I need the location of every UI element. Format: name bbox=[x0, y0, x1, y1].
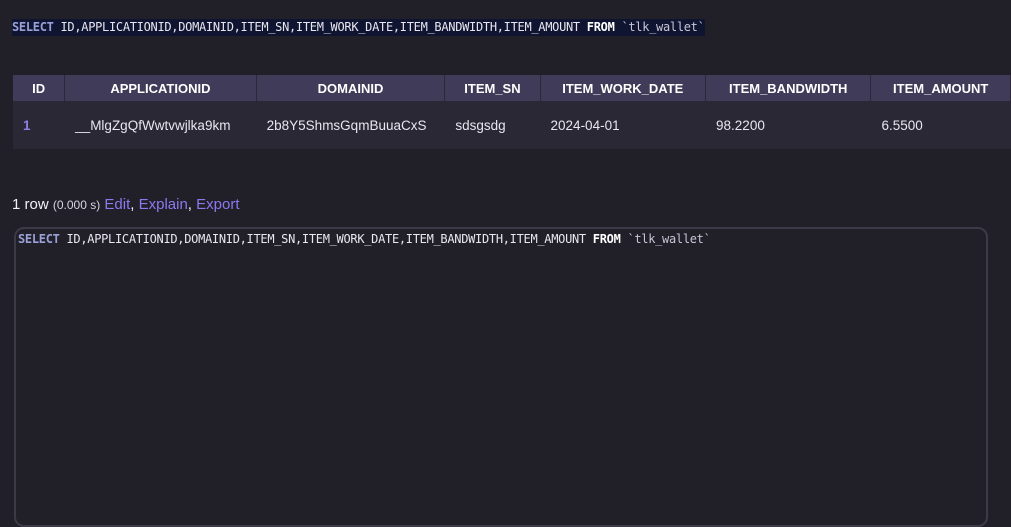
sql-keyword-select: SELECT bbox=[12, 20, 54, 34]
explain-link[interactable]: Explain bbox=[139, 196, 188, 213]
cell-item-bandwidth: 98.2200 bbox=[705, 101, 872, 149]
edit-link[interactable]: Edit bbox=[104, 196, 130, 213]
sql-editor-content[interactable]: SELECT ID,APPLICATIONID,DOMAINID,ITEM_SN… bbox=[18, 232, 711, 246]
separator: , bbox=[130, 196, 135, 213]
result-status-line: 1 row (0.000 s) Edit, Explain, Export bbox=[12, 196, 240, 213]
column-header-item-bandwidth[interactable]: ITEM_BANDWIDTH bbox=[705, 75, 872, 101]
executed-query: SELECT ID,APPLICATIONID,DOMAINID,ITEM_SN… bbox=[12, 19, 705, 36]
sql-table-name: `tlk_wallet` bbox=[621, 20, 705, 34]
export-link[interactable]: Export bbox=[196, 196, 239, 213]
column-header-item-amount[interactable]: ITEM_AMOUNT bbox=[870, 75, 1011, 101]
cell-applicationid: __MlgZgQfWwtvwjlka9km bbox=[64, 101, 257, 149]
cell-id[interactable]: 1 bbox=[13, 101, 66, 149]
column-header-domainid[interactable]: DOMAINID bbox=[256, 75, 446, 101]
results-table: ID APPLICATIONID DOMAINID ITEM_SN ITEM_W… bbox=[13, 75, 1011, 149]
column-header-item-sn[interactable]: ITEM_SN bbox=[444, 75, 541, 101]
sql-keyword-from: FROM bbox=[592, 232, 621, 246]
sql-table-name: `tlk_wallet` bbox=[627, 232, 711, 246]
sql-editor[interactable]: SELECT ID,APPLICATIONID,DOMAINID,ITEM_SN… bbox=[14, 227, 988, 527]
results-table-container: ID APPLICATIONID DOMAINID ITEM_SN ITEM_W… bbox=[13, 75, 1011, 150]
sql-keyword-select: SELECT bbox=[18, 232, 60, 246]
column-header-applicationid[interactable]: APPLICATIONID bbox=[64, 75, 257, 101]
separator: , bbox=[187, 196, 192, 213]
cell-domainid: 2b8Y5ShmsGqmBuuaCxS bbox=[256, 101, 446, 149]
row-count: 1 row bbox=[12, 196, 49, 213]
cell-item-sn: sdsgsdg bbox=[444, 101, 541, 149]
cell-item-work-date: 2024-04-01 bbox=[540, 101, 707, 149]
cell-item-amount: 6.5500 bbox=[870, 101, 1011, 149]
table-row: 1 __MlgZgQfWwtvwjlka9km 2b8Y5ShmsGqmBuua… bbox=[13, 101, 1011, 149]
table-header-row: ID APPLICATIONID DOMAINID ITEM_SN ITEM_W… bbox=[13, 75, 1011, 101]
sql-keyword-from: FROM bbox=[586, 20, 615, 34]
sql-columns: ID,APPLICATIONID,DOMAINID,ITEM_SN,ITEM_W… bbox=[66, 232, 587, 246]
column-header-id[interactable]: ID bbox=[13, 75, 66, 101]
column-header-item-work-date[interactable]: ITEM_WORK_DATE bbox=[540, 75, 707, 101]
sql-columns: ID,APPLICATIONID,DOMAINID,ITEM_SN,ITEM_W… bbox=[60, 20, 581, 34]
query-time: (0.000 s) bbox=[52, 198, 101, 212]
